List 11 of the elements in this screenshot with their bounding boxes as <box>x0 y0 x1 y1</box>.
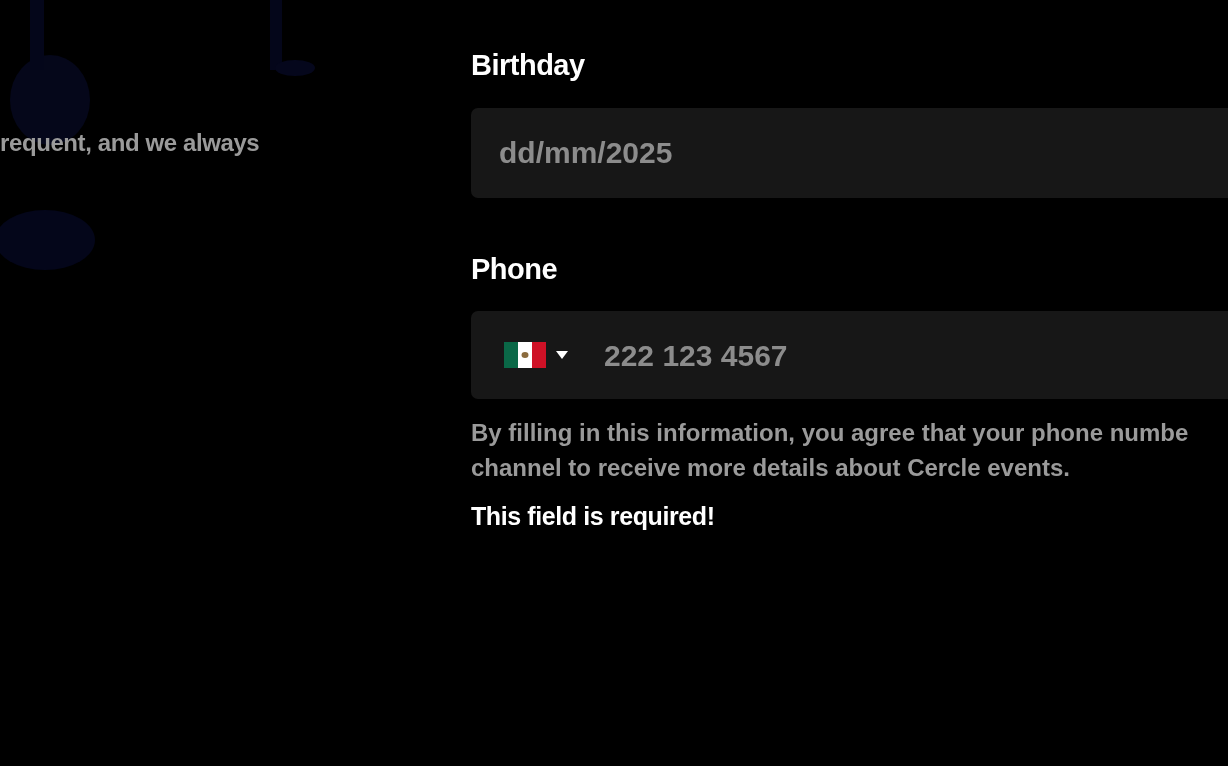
field-label: Phone <box>471 251 559 287</box>
phone-input[interactable]: 222 123 4567 <box>568 332 1228 378</box>
phone-field[interactable]: 222 123 4567 <box>471 311 1228 399</box>
date-field[interactable]: dd/mm/2025 <box>471 107 1228 198</box>
consent-text: By filling in this information, you agree that your phone numbe channel to receive more details about Cercle events. <box>471 418 1190 483</box>
date-input[interactable]: dd/mm/2025 <box>471 130 1228 175</box>
field-label: Birthday <box>471 48 586 83</box>
error-message: This field is required! <box>471 501 716 532</box>
intro-text: requent, and we always <box>0 128 261 158</box>
caret-icon <box>556 351 568 359</box>
flag-icon <box>504 342 546 368</box>
